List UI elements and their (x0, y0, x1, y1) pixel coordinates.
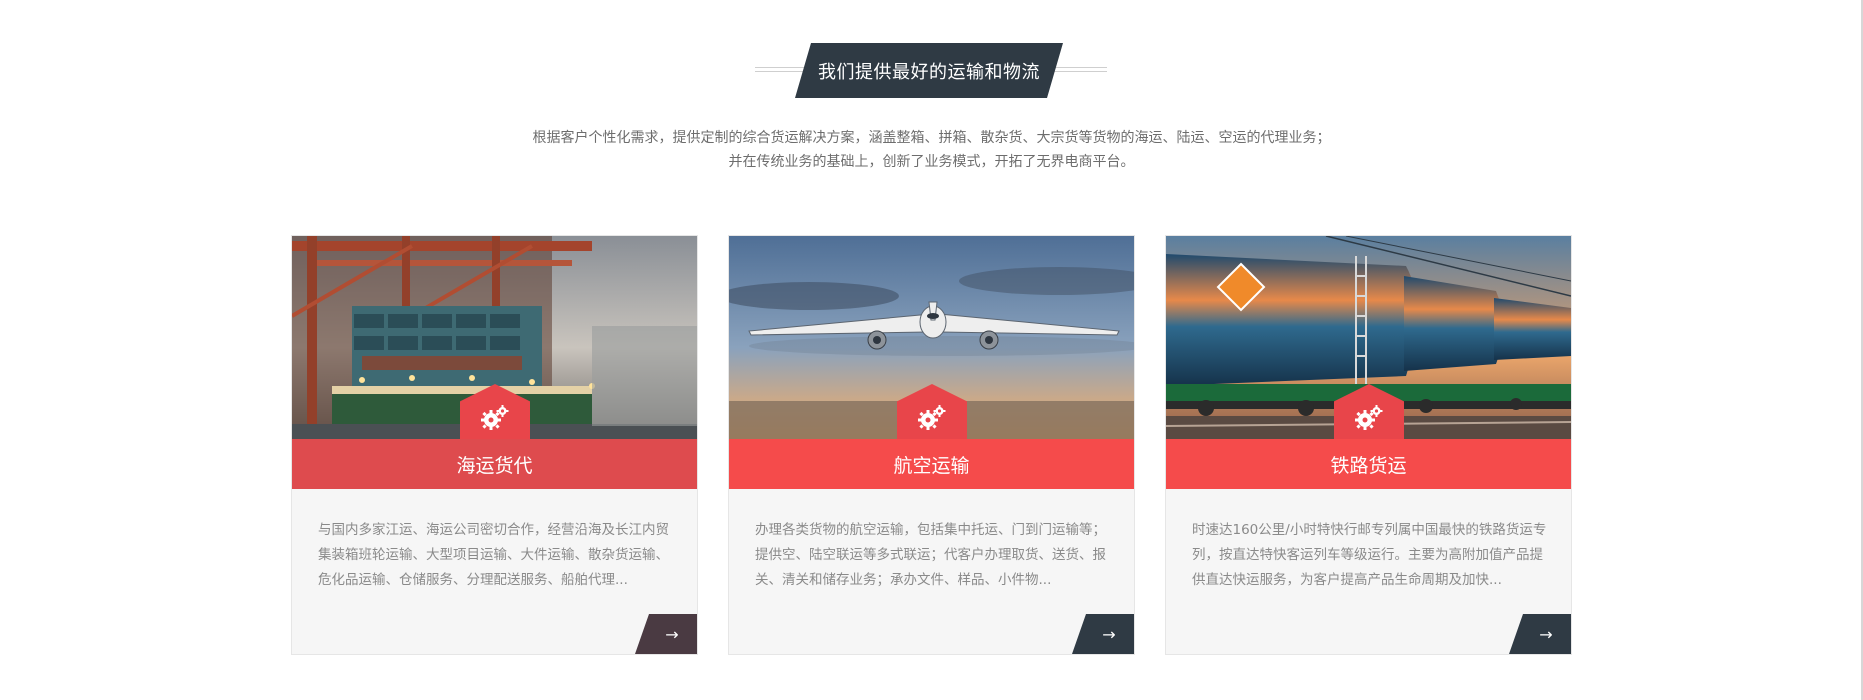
arrow-right-icon: → (1102, 624, 1116, 644)
arrow-right-icon: → (665, 624, 679, 644)
card-more-button[interactable]: → (1509, 614, 1571, 654)
gears-icon (1355, 405, 1383, 430)
card-title-band: 铁路货运 (1166, 439, 1571, 489)
card-title-band: 海运货代 (292, 439, 697, 489)
heading-plate: 我们提供最好的运输和物流 (795, 43, 1063, 98)
section-title: 我们提供最好的运输和物流 (818, 61, 1040, 83)
card-title: 航空运输 (893, 454, 970, 477)
card-description: 时速达160公里/小时特快行邮专列属中国最快的铁路货运专列，按直达特快客运列车等… (1192, 522, 1547, 588)
card-description: 办理各类货物的航空运输，包括集中托运、门到门运输等；提供空、陆空联运等多式联运；… (755, 522, 1106, 588)
arrow-right-icon: → (1539, 624, 1553, 644)
card-title-band: 航空运输 (729, 439, 1134, 489)
gears-icon (481, 405, 509, 430)
card-more-button[interactable]: → (635, 614, 697, 654)
card-title: 海运货代 (456, 454, 533, 477)
section-intro: 根据客户个性化需求，提供定制的综合货运解决方案，涵盖整箱、拼箱、散杂货、大宗货等… (0, 126, 1863, 174)
card-description: 与国内多家江运、海运公司密切合作，经营沿海及长江内贸集装箱班轮运输、大型项目运输… (318, 522, 669, 588)
card-more-button[interactable]: → (1072, 614, 1134, 654)
intro-line-1: 根据客户个性化需求，提供定制的综合货运解决方案，涵盖整箱、拼箱、散杂货、大宗货等… (532, 130, 1331, 146)
services-section: 我们提供最好的运输和物流 根据客户个性化需求，提供定制的综合货运解决方案，涵盖整… (0, 0, 1863, 700)
service-card-air[interactable]: 航空运输 办理各类货物的航空运输，包括集中托运、门到门运输等；提供空、陆空联运等… (728, 235, 1135, 655)
service-cards: 海运货代 与国内多家江运、海运公司密切合作，经营沿海及长江内贸集装箱班轮运输、大… (291, 235, 1573, 655)
section-heading: 我们提供最好的运输和物流 (755, 43, 1107, 98)
gears-icon (918, 405, 946, 430)
service-card-rail[interactable]: 铁路货运 时速达160公里/小时特快行邮专列属中国最快的铁路货运专列，按直达特快… (1165, 235, 1572, 655)
service-card-sea[interactable]: 海运货代 与国内多家江运、海运公司密切合作，经营沿海及长江内贸集装箱班轮运输、大… (291, 235, 698, 655)
card-title: 铁路货运 (1330, 454, 1407, 477)
intro-line-2: 并在传统业务的基础上，创新了业务模式，开拓了无界电商平台。 (728, 154, 1135, 170)
